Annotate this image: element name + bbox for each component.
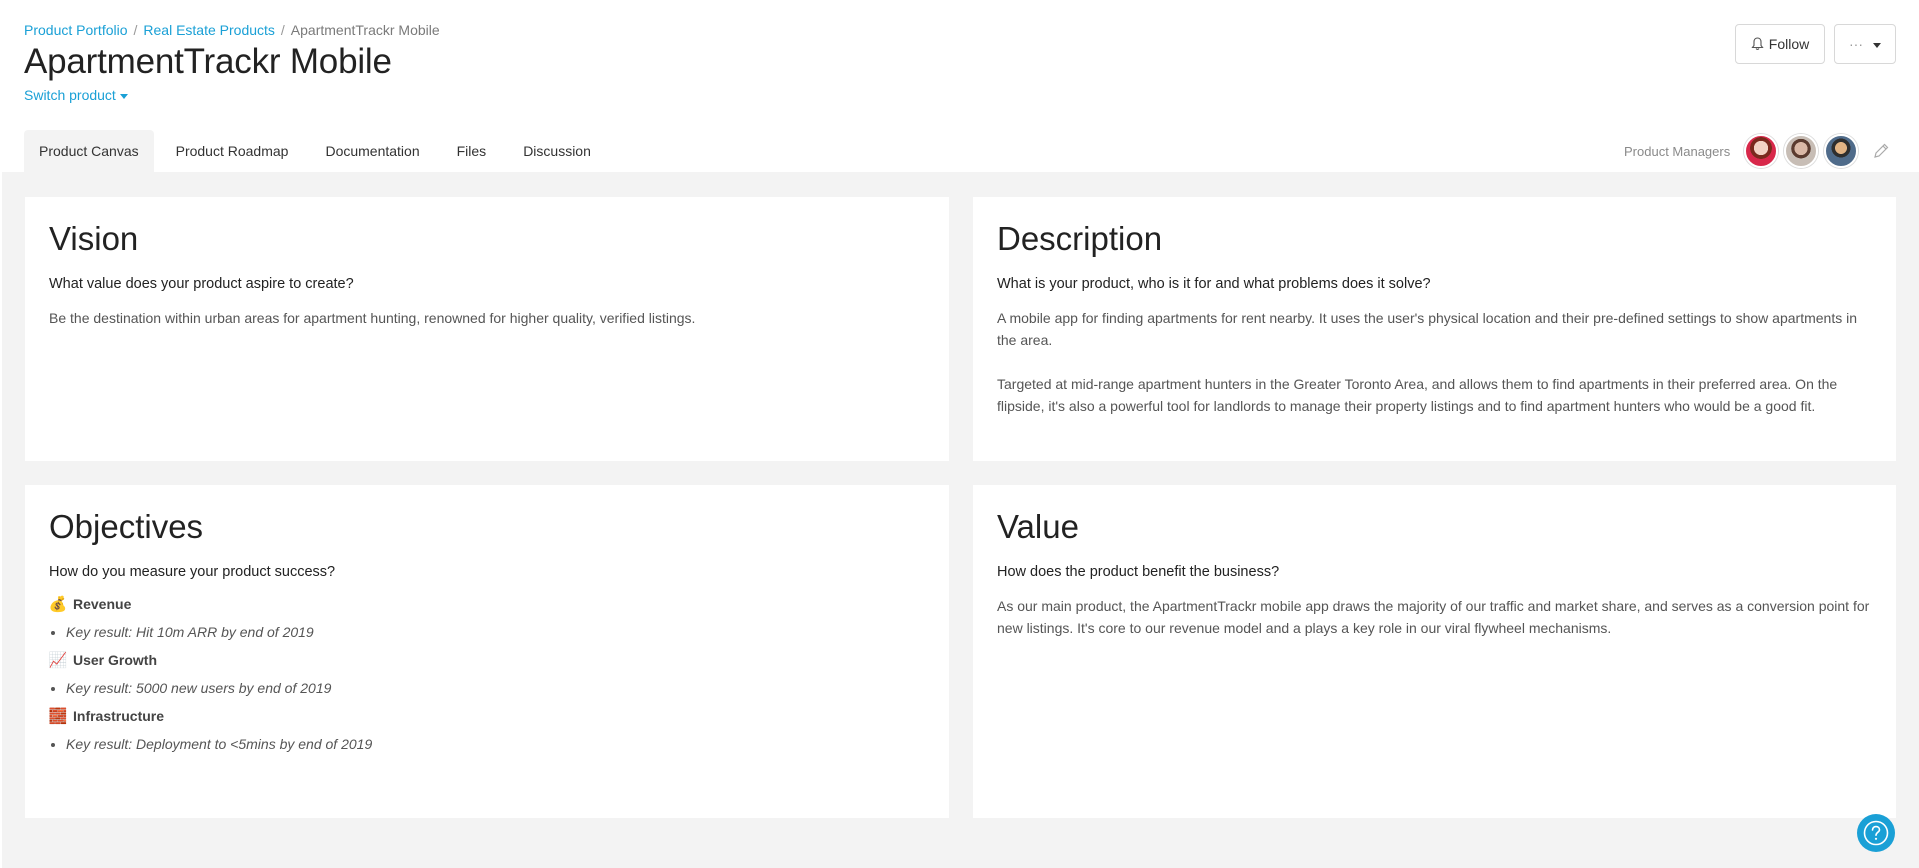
objective-infrastructure: 🧱 Infrastructure	[49, 707, 925, 725]
more-actions-button[interactable]: ···	[1834, 24, 1896, 64]
description-paragraph: A mobile app for finding apartments for …	[997, 310, 1857, 348]
breadcrumb-link-product-portfolio[interactable]: Product Portfolio	[24, 22, 128, 38]
pencil-icon[interactable]	[1872, 142, 1890, 160]
switch-product-dropdown[interactable]: Switch product	[24, 87, 128, 103]
money-bag-icon: 💰	[48, 596, 68, 613]
breadcrumb-separator: /	[280, 22, 285, 38]
vision-title: Vision	[49, 220, 139, 257]
vision-body: Be the destination within urban areas fo…	[49, 310, 696, 326]
description-paragraph: Targeted at mid-range apartment hunters …	[997, 376, 1838, 414]
avatar[interactable]	[1784, 134, 1819, 168]
objective-title: User Growth	[73, 652, 158, 668]
tab-files[interactable]: Files	[442, 130, 502, 172]
value-question: How does the product benefit the busines…	[997, 564, 1280, 580]
product-managers: Product Managers	[1624, 134, 1890, 168]
objective-title: Infrastructure	[73, 708, 165, 724]
key-result: Key result: Hit 10m ARR by end of 2019	[66, 621, 925, 643]
vision-card: Vision What value does your product aspi…	[25, 197, 949, 461]
product-managers-label: Product Managers	[1624, 143, 1731, 159]
bell-icon	[1751, 37, 1764, 50]
vision-question: What value does your product aspire to c…	[49, 276, 354, 292]
value-title: Value	[997, 508, 1079, 545]
tab-documentation[interactable]: Documentation	[310, 130, 434, 172]
value-body: As our main product, the ApartmentTrackr…	[997, 598, 1870, 636]
description-body: A mobile app for finding apartments for …	[997, 307, 1872, 417]
breadcrumb-separator: /	[133, 22, 138, 38]
tab-product-canvas[interactable]: Product Canvas	[24, 130, 154, 172]
description-question: What is your product, who is it for and …	[997, 276, 1431, 292]
description-title: Description	[997, 220, 1163, 257]
objective-title: Revenue	[73, 596, 132, 612]
breadcrumb-link-real-estate-products[interactable]: Real Estate Products	[143, 22, 275, 38]
avatar[interactable]	[1824, 134, 1859, 168]
follow-label: Follow	[1768, 36, 1810, 52]
objectives-card: Objectives How do you measure your produ…	[25, 485, 949, 818]
caret-down-icon	[1873, 42, 1881, 48]
objectives-title: Objectives	[49, 508, 204, 545]
breadcrumb: Product Portfolio / Real Estate Products…	[24, 22, 440, 38]
help-button[interactable]	[1857, 814, 1895, 852]
page-header: Product Portfolio / Real Estate Products…	[0, 0, 1919, 172]
page-title: ApartmentTrackr Mobile	[24, 42, 392, 81]
switch-product-label: Switch product	[24, 87, 116, 103]
key-results-list: Key result: 5000 new users by end of 201…	[66, 677, 925, 699]
breadcrumb-current: ApartmentTrackr Mobile	[290, 22, 440, 38]
tab-product-roadmap[interactable]: Product Roadmap	[161, 130, 304, 172]
chart-increasing-icon: 📈	[48, 652, 68, 669]
follow-button[interactable]: Follow	[1735, 24, 1825, 64]
tab-bar: Product Canvas Product Roadmap Documenta…	[24, 130, 613, 172]
description-card: Description What is your product, who is…	[973, 197, 1896, 461]
tab-discussion[interactable]: Discussion	[508, 130, 606, 172]
caret-down-icon	[119, 93, 128, 99]
key-result: Key result: 5000 new users by end of 201…	[66, 677, 925, 699]
bricks-icon: 🧱	[48, 708, 68, 725]
value-card: Value How does the product benefit the b…	[973, 485, 1896, 818]
key-results-list: Key result: Hit 10m ARR by end of 2019	[66, 621, 925, 643]
objective-user-growth: 📈 User Growth	[49, 651, 925, 669]
avatar[interactable]	[1744, 134, 1779, 168]
question-mark-icon	[1863, 820, 1889, 846]
objectives-question: How do you measure your product success?	[49, 564, 336, 580]
key-results-list: Key result: Deployment to <5mins by end …	[66, 733, 925, 755]
key-result: Key result: Deployment to <5mins by end …	[66, 733, 925, 755]
objective-revenue: 💰 Revenue	[49, 595, 925, 613]
more-icon: ···	[1849, 36, 1863, 52]
